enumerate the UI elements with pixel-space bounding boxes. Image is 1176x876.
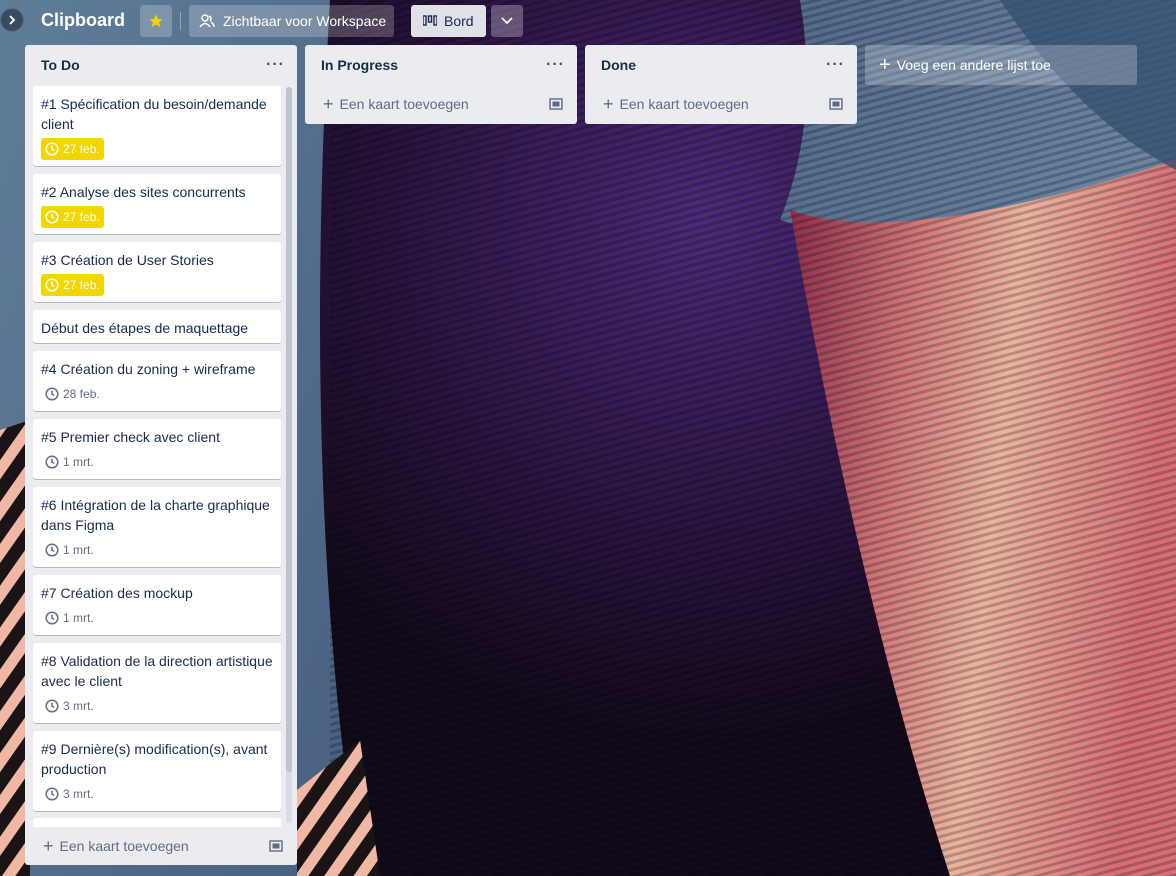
clock-icon <box>45 455 59 469</box>
add-card-label: Een kaart toevoegen <box>59 838 189 854</box>
star-button[interactable] <box>140 5 172 37</box>
more-horizontal-icon[interactable]: ··· <box>546 56 565 74</box>
add-list-label: Voeg een andere lijst toe <box>896 57 1051 73</box>
card-title: #3 Création de User Stories <box>41 252 214 268</box>
chevron-right-icon <box>9 15 16 25</box>
due-date-label: 27 feb. <box>63 278 100 292</box>
card[interactable]: #5 Premier check avec client 1 mrt. <box>33 419 281 479</box>
card[interactable]: Début des étapes de maquettage <box>33 310 281 343</box>
visibility-label: Zichtbaar voor Workspace <box>223 13 387 29</box>
add-card-row: + Een kaart toevoegen <box>305 85 577 123</box>
card-title: #4 Création du zoning + wireframe <box>41 361 256 377</box>
card-title: #9 Dernière(s) modification(s), avant pr… <box>41 741 268 777</box>
due-date-badge[interactable]: 28 feb. <box>41 383 104 405</box>
card[interactable]: #8 Validation de la direction artistique… <box>33 643 281 723</box>
card-title: #2 Analyse des sites concurrents <box>41 184 246 200</box>
add-card-button[interactable]: + Een kaart toevoegen <box>43 836 189 857</box>
due-date-label: 3 mrt. <box>63 699 94 713</box>
more-horizontal-icon[interactable]: ··· <box>826 56 845 74</box>
list-done: Done ··· + Een kaart toevoegen <box>585 45 857 124</box>
due-date-label: 3 mrt. <box>63 787 94 801</box>
due-date-badge[interactable]: 3 mrt. <box>41 783 98 805</box>
clock-icon <box>45 543 59 557</box>
plus-icon: + <box>603 93 614 114</box>
card[interactable]: #6 Intégration de la charte graphique da… <box>33 487 281 567</box>
add-card-button[interactable]: + Een kaart toevoegen <box>323 94 469 115</box>
add-card-button[interactable]: + Een kaart toevoegen <box>603 94 749 115</box>
clock-icon <box>45 611 59 625</box>
list-title[interactable]: To Do <box>41 57 80 73</box>
clock-icon <box>45 142 59 156</box>
list-header: To Do ··· <box>25 45 297 85</box>
due-date-badge[interactable]: 3 mrt. <box>41 695 98 717</box>
list-header: Done ··· <box>585 45 857 85</box>
card-title: #8 Validation de la direction artistique… <box>41 653 273 689</box>
add-card-label: Een kaart toevoegen <box>619 96 749 112</box>
card[interactable]: #4 Création du zoning + wireframe 28 feb. <box>33 351 281 411</box>
clock-icon <box>45 387 59 401</box>
list-scrollbar-thumb[interactable] <box>286 87 292 772</box>
due-date-badge[interactable]: 27 feb. <box>41 206 104 228</box>
due-date-label: 28 feb. <box>63 387 100 401</box>
card[interactable] <box>33 818 281 827</box>
people-icon <box>199 14 215 28</box>
plus-icon: + <box>43 835 54 856</box>
plus-icon: + <box>323 93 334 114</box>
plus-icon: + <box>879 53 891 76</box>
list-todo: To Do ··· #1 Spécification du besoin/dem… <box>25 45 297 865</box>
view-switcher-button[interactable] <box>491 5 523 37</box>
due-date-label: 1 mrt. <box>63 455 94 469</box>
due-date-badge[interactable]: 27 feb. <box>41 274 104 296</box>
due-date-label: 1 mrt. <box>63 611 94 625</box>
expand-sidebar-button[interactable] <box>0 8 24 32</box>
list-header: In Progress ··· <box>305 45 577 85</box>
add-card-label: Een kaart toevoegen <box>339 96 469 112</box>
clock-icon <box>45 210 59 224</box>
more-horizontal-icon[interactable]: ··· <box>266 56 285 74</box>
add-card-row: + Een kaart toevoegen <box>25 827 297 865</box>
card-title: #5 Premier check avec client <box>41 429 220 445</box>
due-date-label: 27 feb. <box>63 142 100 156</box>
due-date-label: 27 feb. <box>63 210 100 224</box>
clock-icon <box>45 787 59 801</box>
due-date-badge[interactable]: 27 feb. <box>41 138 104 160</box>
clock-icon <box>45 699 59 713</box>
card-template-icon[interactable] <box>829 98 843 110</box>
due-date-badge[interactable]: 1 mrt. <box>41 539 98 561</box>
list-scrollbar[interactable] <box>286 87 292 823</box>
header-divider <box>180 12 181 30</box>
card-container: #1 Spécification du besoin/demande clien… <box>25 85 297 827</box>
list-title[interactable]: In Progress <box>321 57 398 73</box>
card-template-icon[interactable] <box>549 98 563 110</box>
due-date-label: 1 mrt. <box>63 543 94 557</box>
card-title: #1 Spécification du besoin/demande clien… <box>41 96 267 132</box>
board-view-label: Bord <box>444 13 474 29</box>
star-icon <box>149 14 163 27</box>
card[interactable]: #3 Création de User Stories 27 feb. <box>33 242 281 302</box>
card[interactable]: #7 Création des mockup 1 mrt. <box>33 575 281 635</box>
due-date-badge[interactable]: 1 mrt. <box>41 607 98 629</box>
list-in-progress: In Progress ··· + Een kaart toevoegen <box>305 45 577 124</box>
board-title[interactable]: Clipboard <box>41 10 125 31</box>
card-title: #6 Intégration de la charte graphique da… <box>41 497 270 533</box>
card-title: Début des étapes de maquettage <box>41 320 249 336</box>
card[interactable]: #9 Dernière(s) modification(s), avant pr… <box>33 731 281 811</box>
visibility-button[interactable]: Zichtbaar voor Workspace <box>189 5 394 37</box>
clock-icon <box>45 278 59 292</box>
chevron-down-icon <box>501 17 513 25</box>
board-header: Clipboard Zichtbaar voor Workspace Bord <box>0 0 1176 44</box>
card[interactable]: #1 Spécification du besoin/demande clien… <box>33 86 281 166</box>
board-view-button[interactable]: Bord <box>411 5 486 37</box>
list-title[interactable]: Done <box>601 57 636 73</box>
add-list-button[interactable]: + Voeg een andere lijst toe <box>865 45 1137 85</box>
add-card-row: + Een kaart toevoegen <box>585 85 857 123</box>
card[interactable]: #2 Analyse des sites concurrents 27 feb. <box>33 174 281 234</box>
card-title: #7 Création des mockup <box>41 585 193 601</box>
board-icon <box>423 15 437 26</box>
card-template-icon[interactable] <box>269 840 283 852</box>
due-date-badge[interactable]: 1 mrt. <box>41 451 98 473</box>
